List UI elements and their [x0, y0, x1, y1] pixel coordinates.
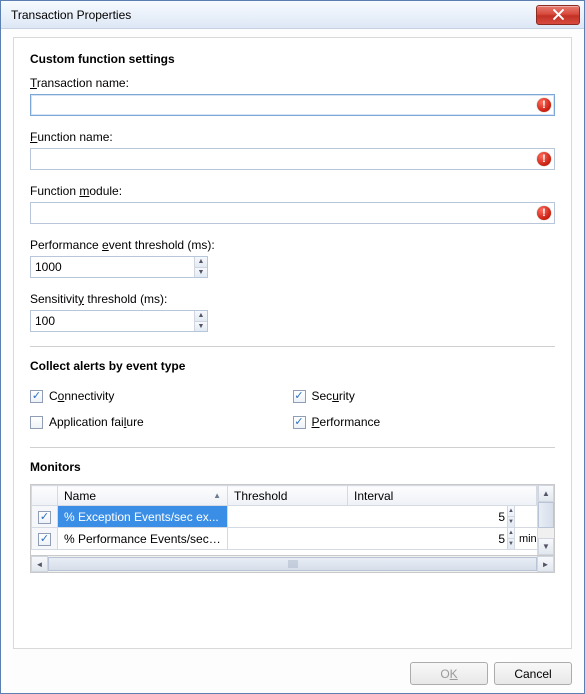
connectivity-label: Connectivity	[49, 389, 114, 403]
error-icon: !	[537, 152, 551, 166]
interval-unit-combo[interactable]: minutes▼	[514, 506, 537, 527]
scroll-thumb[interactable]	[48, 557, 537, 571]
sensitivity-threshold-spinner[interactable]: ▲ ▼	[30, 310, 208, 332]
row-checkbox[interactable]	[38, 533, 51, 546]
spin-up-icon[interactable]: ▲	[195, 257, 207, 268]
col-header-interval[interactable]: Interval	[348, 486, 537, 506]
dialog-content: Custom function settings Transaction nam…	[13, 37, 572, 649]
function-module-label: Function module:	[30, 184, 555, 198]
titlebar: Transaction Properties	[1, 1, 584, 29]
separator	[30, 447, 555, 448]
function-name-input[interactable]	[30, 148, 555, 170]
col-header-threshold[interactable]: Threshold	[228, 486, 348, 506]
close-icon	[552, 9, 565, 20]
scroll-down-icon[interactable]: ▼	[538, 538, 554, 555]
row-name: % Performance Events/sec ...	[58, 532, 227, 546]
checkbox-icon	[293, 390, 306, 403]
transaction-name-label: Transaction name:	[30, 76, 555, 90]
interval-unit-label: minutes	[515, 528, 537, 549]
vertical-scrollbar[interactable]: ▲ ▼	[537, 485, 554, 555]
sensitivity-threshold-input[interactable]	[31, 311, 194, 331]
dialog-footer: OK Cancel	[13, 662, 572, 685]
function-name-label: Function name:	[30, 130, 555, 144]
table-row[interactable]: % Exception Events/sec ex...▲▼%▲▼minutes…	[32, 506, 537, 528]
sensitivity-threshold-label: Sensitivity threshold (ms):	[30, 292, 555, 306]
function-module-input[interactable]	[30, 202, 555, 224]
security-label: Security	[312, 389, 355, 403]
application-failure-checkbox[interactable]: Application failure	[30, 409, 293, 435]
spin-up-icon[interactable]: ▲	[195, 311, 207, 322]
perf-threshold-label: Performance event threshold (ms):	[30, 238, 555, 252]
spin-down-icon[interactable]: ▼	[195, 268, 207, 278]
scroll-thumb[interactable]	[538, 502, 554, 528]
interval-input[interactable]	[348, 506, 507, 527]
scroll-left-icon[interactable]: ◄	[31, 556, 48, 572]
collect-alerts-heading: Collect alerts by event type	[30, 359, 555, 373]
transaction-properties-dialog: Transaction Properties Custom function s…	[0, 0, 585, 694]
perf-threshold-input[interactable]	[31, 257, 194, 277]
transaction-name-input[interactable]	[30, 94, 555, 116]
performance-label: Performance	[312, 415, 381, 429]
interval-unit-label: minutes	[515, 506, 537, 527]
monitors-table: Name Threshold Interval % Exception Even…	[31, 485, 537, 550]
error-icon: !	[537, 206, 551, 220]
table-row[interactable]: % Performance Events/sec ...▲▼%▲▼minutes…	[32, 528, 537, 550]
scroll-right-icon[interactable]: ►	[537, 556, 554, 572]
interval-input[interactable]	[348, 528, 507, 549]
ok-button[interactable]: OK	[410, 662, 488, 685]
connectivity-checkbox[interactable]: Connectivity	[30, 383, 293, 409]
scroll-up-icon[interactable]: ▲	[538, 485, 554, 502]
row-name: % Exception Events/sec ex...	[58, 510, 227, 524]
custom-function-settings-heading: Custom function settings	[30, 52, 555, 66]
application-failure-label: Application failure	[49, 415, 144, 429]
performance-checkbox[interactable]: Performance	[293, 409, 556, 435]
interval-spinner[interactable]: ▲▼	[507, 506, 514, 527]
horizontal-scrollbar[interactable]: ◄ ►	[30, 556, 555, 573]
interval-unit-combo[interactable]: minutes▼	[514, 528, 537, 549]
cancel-button[interactable]: Cancel	[494, 662, 572, 685]
error-icon: !	[537, 98, 551, 112]
security-checkbox[interactable]: Security	[293, 383, 556, 409]
monitors-table-container: Name Threshold Interval % Exception Even…	[30, 484, 555, 556]
checkbox-icon	[30, 416, 43, 429]
checkbox-icon	[293, 416, 306, 429]
col-header-checkbox[interactable]	[32, 486, 58, 506]
monitors-heading: Monitors	[30, 460, 555, 474]
interval-spinner[interactable]: ▲▼	[507, 528, 514, 549]
close-button[interactable]	[536, 5, 580, 25]
checkbox-icon	[30, 390, 43, 403]
separator	[30, 346, 555, 347]
window-title: Transaction Properties	[11, 8, 536, 22]
perf-threshold-spinner[interactable]: ▲ ▼	[30, 256, 208, 278]
col-header-name[interactable]: Name	[58, 486, 228, 506]
row-checkbox[interactable]	[38, 511, 51, 524]
spin-down-icon[interactable]: ▼	[195, 322, 207, 332]
